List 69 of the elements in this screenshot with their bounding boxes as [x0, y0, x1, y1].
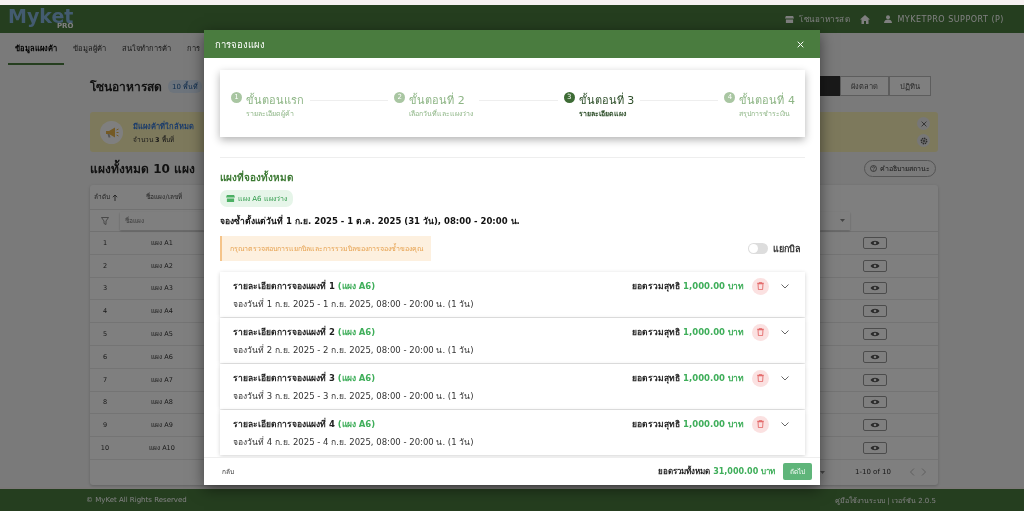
delete-button[interactable]: [752, 277, 769, 295]
home-icon[interactable]: [860, 14, 871, 24]
view-button[interactable]: [863, 282, 887, 295]
modal-title: การจองแผง: [215, 37, 265, 52]
close-icon: [797, 40, 804, 48]
eye-icon: [870, 445, 880, 452]
booking-title: รายละเอียดการจองแผงที่ 1 (แผง A6): [233, 279, 376, 293]
toggle-label: แยกบิล: [773, 242, 801, 256]
step-title: ขั้นตอนแรก: [246, 93, 304, 107]
eye-icon: [870, 399, 880, 406]
user-icon: [884, 15, 893, 23]
net-total: ยอดรวมสุทธิ 1,000.00 บาท: [632, 372, 744, 385]
eye-icon: [870, 331, 880, 338]
booking-title: รายละเอียดการจองแผงที่ 4 (แผง A6): [233, 417, 376, 431]
eye-icon: [870, 285, 880, 292]
grand-total: ยอดรวมทั้งหมด 31,000.00 บาท: [658, 465, 775, 478]
net-total: ยอดรวมสุทธิ 1,000.00 บาท: [632, 326, 744, 339]
delete-button[interactable]: [752, 323, 769, 341]
chevron-down-icon[interactable]: [781, 329, 789, 335]
view-toggle-button[interactable]: [820, 76, 840, 96]
caret-icon[interactable]: [820, 470, 825, 474]
settings-icon[interactable]: [919, 136, 928, 145]
split-bill-toggle[interactable]: [748, 243, 768, 254]
user-name[interactable]: MYKETPRO SUPPORT (P): [897, 14, 1004, 24]
chevron-down-icon[interactable]: [781, 421, 789, 427]
store-icon: [226, 194, 235, 203]
caret-icon: [840, 219, 845, 222]
delete-button[interactable]: [752, 369, 769, 387]
sort-arrow-icon[interactable]: [112, 193, 118, 201]
eye-icon: [870, 262, 880, 269]
step-title: ขั้นตอนที่ 3: [578, 93, 635, 107]
section-title: แผงที่จองทั้งหมด: [220, 170, 294, 185]
eye-icon: [870, 376, 880, 383]
section-heading: แผงทั้งหมด 10 แผง: [90, 159, 204, 178]
trash-icon: [757, 374, 764, 382]
net-total: ยอดรวมสุทธิ 1,000.00 บาท: [632, 280, 744, 293]
step-title: ขั้นตอนที่ 4: [739, 93, 795, 107]
repeat-booking-text: จองซ้ำตั้งแต่วันที่ 1 ก.ย. 2025 - 1 ต.ค. 2025 (31 วัน), 08:00 - 20:00 น.: [220, 214, 521, 228]
booking-dates: จองวันที่ 4 ก.ย. 2025 - 4 ก.ย. 2025, 08:00 - 20:00 น. (1 วัน): [233, 435, 475, 449]
eye-icon: [870, 353, 880, 360]
megaphone-icon: [104, 126, 119, 138]
close-button[interactable]: [797, 40, 804, 48]
view-button[interactable]: [863, 305, 887, 318]
view-button[interactable]: [863, 328, 887, 341]
eye-icon: [870, 422, 880, 429]
eye-icon: [870, 308, 880, 315]
filter-icon[interactable]: [101, 216, 109, 225]
view-button[interactable]: [863, 396, 887, 409]
booking-title: รายละเอียดการจองแผงที่ 2 (แผง A6): [233, 325, 376, 339]
chevron-down-icon[interactable]: [781, 283, 789, 289]
booking-dates: จองวันที่ 2 ก.ย. 2025 - 2 ก.ย. 2025, 08:00 - 20:00 น. (1 วัน): [233, 343, 475, 357]
trash-icon: [757, 282, 764, 290]
view-button[interactable]: [863, 419, 887, 432]
step-title: ขั้นตอนที่ 2: [409, 93, 465, 107]
store-icon: [785, 14, 795, 24]
booking-dates: จองวันที่ 3 ก.ย. 2025 - 3 ก.ย. 2025, 08:00 - 20:00 น. (1 วัน): [233, 389, 475, 403]
eye-icon: [870, 239, 880, 246]
zone-name[interactable]: โซนอาหารสด: [799, 12, 851, 26]
booking-dates: จองวันที่ 1 ก.ย. 2025 - 1 ก.ย. 2025, 08:00 - 20:00 น. (1 วัน): [233, 297, 475, 311]
trash-icon: [757, 328, 764, 336]
booking-title: รายละเอียดการจองแผงที่ 3 (แผง A6): [233, 371, 376, 385]
view-button[interactable]: [863, 442, 887, 455]
delete-button[interactable]: [752, 415, 769, 433]
net-total: ยอดรวมสุทธิ 1,000.00 บาท: [632, 418, 744, 431]
page-title: โซนอาหารสด: [90, 78, 162, 96]
trash-icon: [757, 420, 764, 428]
close-icon[interactable]: [920, 120, 927, 127]
help-icon: [870, 165, 877, 172]
chevron-down-icon[interactable]: [781, 375, 789, 381]
